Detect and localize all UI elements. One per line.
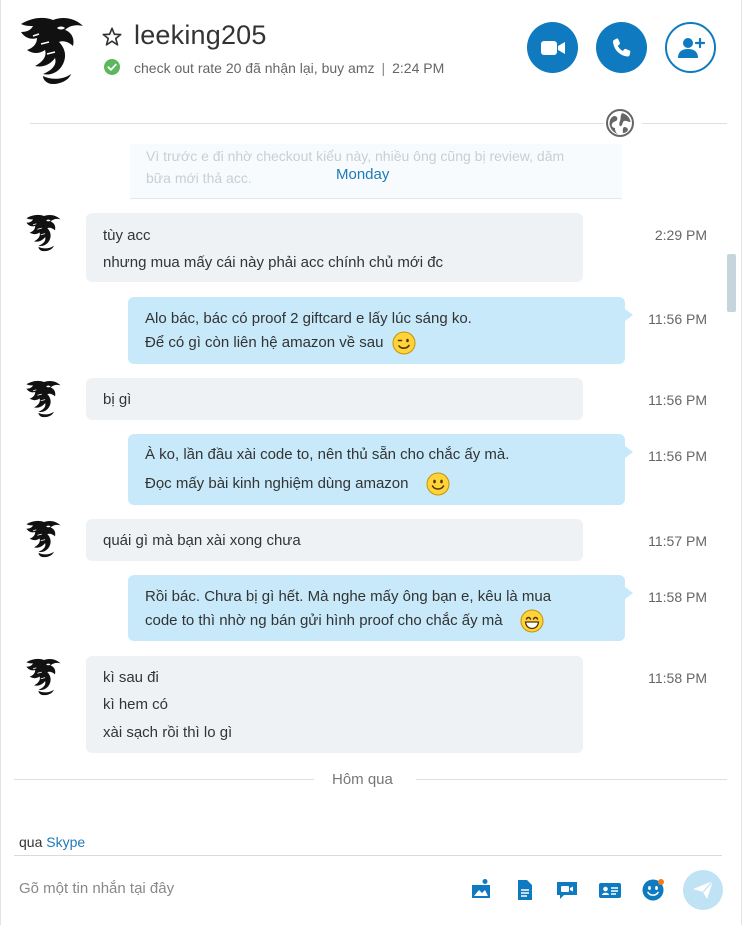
- message-line: tùy acc: [103, 227, 151, 244]
- message-line: Alo bác, bác có proof 2 giftcard e lấy l…: [145, 310, 472, 327]
- via-label: qua: [19, 834, 43, 850]
- contact-name[interactable]: leeking205: [134, 20, 267, 51]
- bubble-tail: [625, 446, 633, 458]
- smile-emoji-icon: [426, 472, 450, 496]
- separator-line-left: [14, 779, 314, 780]
- incoming-message-bubble[interactable]: quái gì mà bạn xài xong chưa: [86, 519, 583, 561]
- outgoing-message-bubble[interactable]: Alo bác, bác có proof 2 giftcard e lấy l…: [128, 297, 633, 364]
- day-label-monday: Monday: [336, 166, 390, 183]
- phone-icon: [612, 37, 630, 57]
- outgoing-message-bubble[interactable]: À ko, lần đầu xài code to, nên thủ sẵn c…: [128, 434, 633, 505]
- add-person-icon: [677, 37, 705, 58]
- incoming-message-bubble[interactable]: tùy acc nhưng mua mấy cái này phải acc c…: [86, 213, 583, 282]
- video-call-icon: [540, 40, 565, 55]
- incoming-message-bubble[interactable]: bị gì: [86, 378, 583, 420]
- message-timestamp: 11:56 PM: [648, 311, 707, 327]
- send-contact-icon[interactable]: [598, 878, 622, 902]
- via-indicator: qua Skype: [19, 834, 85, 850]
- send-media-icon[interactable]: [469, 878, 493, 902]
- mood-message: check out rate 20 đã nhận lại, buy amz | 2…: [134, 60, 444, 76]
- sender-avatar[interactable]: [22, 656, 66, 696]
- window-border-left: [0, 0, 1, 925]
- outgoing-message-bubble[interactable]: Rồi bác. Chưa bị gì hết. Mà nghe mấy ông…: [128, 575, 633, 641]
- star-icon[interactable]: [101, 26, 123, 48]
- message-line: kì sau đi: [103, 669, 159, 686]
- incoming-message-bubble[interactable]: kì sau đi kì hem có xài sạch rồi thì lo …: [86, 656, 583, 753]
- message-timestamp: 11:58 PM: [648, 589, 707, 605]
- video-call-button[interactable]: [527, 22, 578, 73]
- bubble-tail: [625, 587, 633, 599]
- message-timestamp: 2:29 PM: [654, 227, 707, 243]
- bubble-tail: [625, 309, 633, 321]
- audio-call-button[interactable]: [596, 22, 647, 73]
- sender-avatar[interactable]: [22, 212, 66, 252]
- message-timestamp: 11:56 PM: [648, 448, 707, 464]
- day-separator-label: Hôm qua: [332, 771, 393, 788]
- sender-avatar[interactable]: [22, 518, 66, 558]
- header-divider: [30, 123, 604, 124]
- message-timestamp: 11:57 PM: [648, 533, 707, 549]
- mood-time: 2:24 PM: [392, 60, 445, 76]
- message-line: Đọc mấy bài kinh nghiệm dùng amazon: [145, 475, 409, 492]
- globe-icon[interactable]: [606, 109, 634, 137]
- mood-text: check out rate 20 đã nhận lại, buy amz: [134, 60, 375, 76]
- via-skype-link[interactable]: Skype: [46, 834, 85, 850]
- scrollbar-thumb[interactable]: [727, 254, 736, 312]
- wink-emoji-icon: [392, 331, 416, 355]
- sender-avatar[interactable]: [22, 378, 66, 418]
- message-line: kì hem có: [103, 696, 169, 713]
- message-line: À ko, lần đầu xài code to, nên thủ sẵn c…: [145, 446, 510, 463]
- message-timestamp: 11:56 PM: [648, 392, 707, 408]
- video-message-icon[interactable]: [555, 878, 579, 902]
- grin-emoji-icon: [520, 609, 544, 633]
- message-line: xài sạch rồi thì lo gì: [103, 724, 233, 741]
- mood-separator: |: [381, 60, 386, 76]
- emoticon-icon[interactable]: [641, 878, 665, 902]
- composer-divider: [14, 855, 722, 856]
- message-timestamp: 11:58 PM: [648, 670, 707, 686]
- message-line: code to thì nhờ ng bán gửi hình proof ch…: [145, 612, 503, 629]
- send-file-icon[interactable]: [512, 878, 536, 902]
- contact-avatar[interactable]: [13, 14, 93, 84]
- message-line: nhưng mua mấy cái này phải acc chính chủ…: [103, 254, 444, 271]
- message-line: Để có gì còn liên hệ amazon về sau: [145, 334, 384, 351]
- header-divider-right: [642, 123, 727, 124]
- add-people-button[interactable]: [665, 22, 716, 73]
- send-button[interactable]: [683, 870, 723, 910]
- message-input[interactable]: [19, 878, 319, 898]
- separator-line-right: [416, 779, 727, 780]
- message-line: quái gì mà bạn xài xong chưa: [103, 532, 301, 549]
- presence-online-icon: [104, 59, 120, 75]
- message-line: Rồi bác. Chưa bị gì hết. Mà nghe mấy ông…: [145, 588, 552, 605]
- send-icon: [693, 880, 714, 899]
- message-line: bị gì: [103, 391, 132, 408]
